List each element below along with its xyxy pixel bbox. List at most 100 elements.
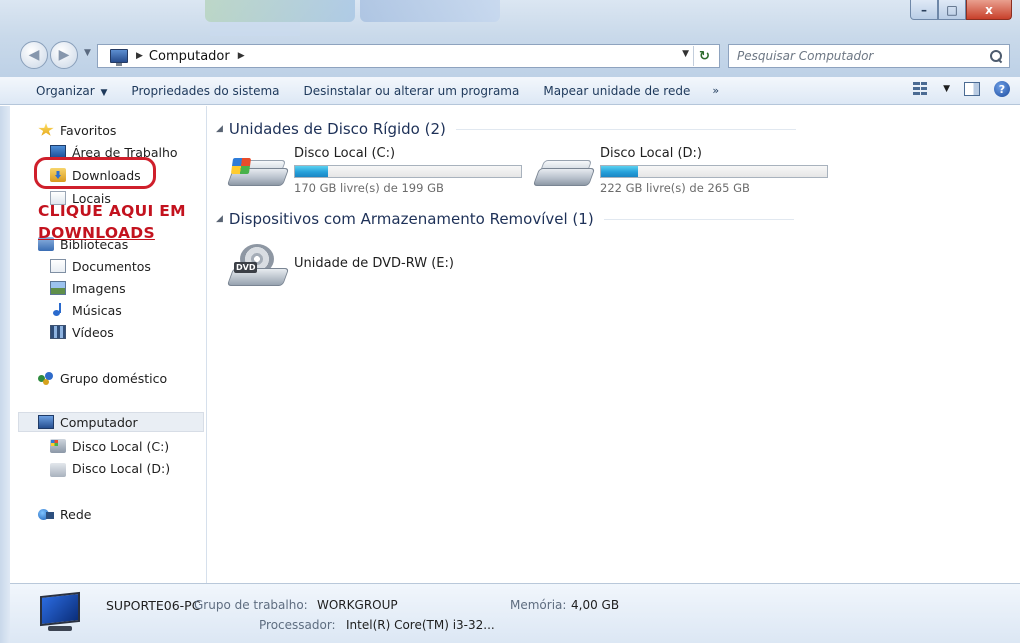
sidebar-item-label: Vídeos [72,324,114,340]
toolbar-right: ▼ ? [913,81,1010,97]
drive-name: Disco Local (C:) [294,146,396,161]
close-button[interactable]: x [966,0,1012,20]
annotation-line-1: CLIQUE AQUI EM [38,202,186,220]
content-pane: ◢ Unidades de Disco Rígido (2) Disco Loc… [208,106,1020,583]
sidebar-item-images[interactable]: Imagens [50,278,126,298]
music-note-icon [50,303,66,317]
search-placeholder[interactable]: Pesquisar Computador [729,49,989,63]
forward-button[interactable]: ▶ [50,41,78,69]
change-view-icon[interactable] [913,82,928,96]
computer-name: SUPORTE06-PC [106,598,201,613]
drive-usage-bar [600,165,828,178]
sidebar-item-network[interactable]: Rede [38,504,91,524]
documents-icon [50,259,66,273]
hard-drive-icon [532,156,596,190]
maximize-button[interactable]: □ [938,0,966,20]
sidebar-item-videos[interactable]: Vídeos [50,322,114,342]
group-header-removable[interactable]: ◢ Dispositivos com Armazenamento Removív… [216,208,794,230]
chevron-down-icon: ▼ [100,87,108,98]
sidebar-item-homegroup[interactable]: Grupo doméstico [38,368,167,388]
sidebar-item-favorites[interactable]: Favoritos [38,120,116,140]
collapse-triangle-icon[interactable]: ◢ [216,214,223,224]
drive-free-space: 222 GB livre(s) de 265 GB [600,181,750,195]
dvd-badge: DVD [234,262,258,273]
sidebar-item-label: Imagens [72,280,126,296]
video-film-icon [50,325,66,339]
drive-usage-bar [294,165,522,178]
sidebar-item-drive-c[interactable]: Disco Local (C:) [50,436,169,456]
group-header-hard-drives[interactable]: ◢ Unidades de Disco Rígido (2) [216,118,796,140]
sidebar-item-label: Favoritos [60,122,117,138]
computer-icon [38,415,54,429]
window-frame-edge [0,106,10,643]
sidebar-item-computer[interactable]: Computador [18,412,204,432]
memory-label: Memória: [510,598,567,612]
drive-item-c[interactable]: Disco Local (C:) 170 GB livre(s) de 199 … [226,146,530,206]
drive-body-shape [532,168,596,186]
group-divider [603,218,794,220]
monitor-screen-shape [40,591,80,627]
preview-pane-icon[interactable] [964,82,980,96]
map-network-drive-button[interactable]: Mapear unidade de rede [531,84,702,98]
organize-label: Organizar [36,83,95,98]
group-divider [455,128,796,130]
sidebar-item-drive-d[interactable]: Disco Local (D:) [50,458,170,478]
search-input[interactable]: Pesquisar Computador [728,44,1010,68]
hard-drive-icon [50,463,66,477]
drive-name: Disco Local (D:) [600,146,702,161]
network-icon [38,507,54,521]
sidebar-item-label: Documentos [72,258,151,274]
breadcrumb-separator-icon[interactable]: ▶ [238,51,245,61]
details-pane: SUPORTE06-PC Grupo de trabalho: WORKGROU… [10,583,1020,643]
drive-usage-fill [295,166,328,177]
group-title: Unidades de Disco Rígido (2) [228,120,446,138]
collapse-triangle-icon[interactable]: ◢ [216,124,223,134]
computer-icon [110,49,128,66]
drive-item-d[interactable]: Disco Local (D:) 222 GB livre(s) de 265 … [532,146,836,206]
chevron-down-icon[interactable]: ▼ [943,84,950,94]
breadcrumb-separator-icon[interactable]: ▶ [136,51,143,61]
windows-logo-icon [230,158,252,174]
annotation-text: CLIQUE AQUI EM DOWNLOADS [38,200,228,244]
sidebar-item-label: Grupo doméstico [60,370,168,386]
annotation-line-2: DOWNLOADS [38,224,155,242]
processor-label: Processador: [259,618,336,632]
refresh-button[interactable]: ↻ [693,46,715,66]
back-button[interactable]: ◀ [20,41,48,69]
sidebar-item-music[interactable]: Músicas [50,300,122,320]
uninstall-program-button[interactable]: Desinstalar ou alterar um programa [292,84,532,98]
address-bar[interactable]: ▶ Computador ▶ ▼ ↻ [97,44,720,68]
system-properties-button[interactable]: Propriedades do sistema [119,84,291,98]
taskbar-blur [205,0,355,22]
search-icon[interactable] [989,49,1003,63]
star-icon [38,123,54,136]
system-drive-icon [50,439,66,453]
command-bar: Organizar ▼ Propriedades do sistema Desi… [0,77,1020,105]
homegroup-icon [38,371,54,385]
pictures-icon [50,281,66,295]
address-dropdown-icon[interactable]: ▼ [682,49,689,59]
help-icon[interactable]: ? [994,81,1010,97]
organize-menu[interactable]: Organizar ▼ [0,84,119,98]
drive-item-dvd[interactable]: DVD Unidade de DVD-RW (E:) [226,238,530,298]
minimize-button[interactable]: – [910,0,938,20]
system-drive-icon [226,156,290,190]
dvd-drive-icon: DVD [226,244,290,290]
navigation-row: ◀ ▶ ▼ ▶ Computador ▶ ▼ ↻ Pesquisar Compu… [0,40,1020,70]
workgroup-value: WORKGROUP [317,598,398,612]
drive-usage-fill [601,166,638,177]
memory-value: 4,00 GB [571,598,620,612]
more-commands-button[interactable]: » [702,84,729,97]
sidebar-item-label: Disco Local (D:) [72,460,171,476]
sidebar-item-label: Rede [60,506,92,522]
recent-pages-dropdown-icon[interactable]: ▼ [84,48,91,58]
breadcrumb-computer[interactable]: Computador [149,49,230,64]
monitor-base-shape [48,626,72,631]
computer-monitor-icon [36,591,82,634]
sidebar-item-documents[interactable]: Documentos [50,256,151,276]
sidebar-item-label: Músicas [72,302,122,318]
processor-value: Intel(R) Core(TM) i3-32... [346,618,495,632]
sidebar-item-label: Computador [60,414,138,430]
annotation-highlight-box [34,157,156,189]
window-controls: – □ x [910,0,1012,22]
